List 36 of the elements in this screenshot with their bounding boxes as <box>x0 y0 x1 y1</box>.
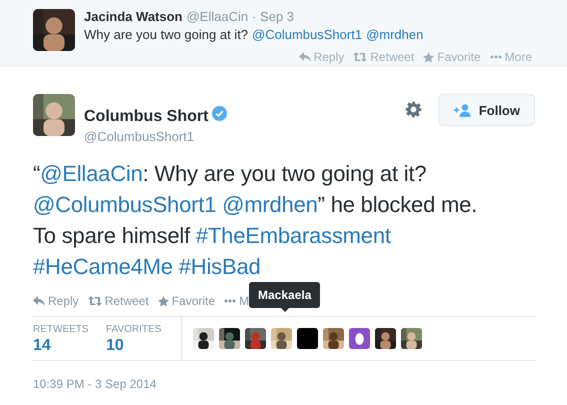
tweet-link[interactable]: #HisBad <box>178 254 261 279</box>
tweet-link[interactable]: @EllaaCin <box>40 161 143 186</box>
stat-count[interactable]: 10 <box>106 337 181 355</box>
author-handle[interactable]: @ColumbusShort1 <box>84 129 396 144</box>
add-person-icon <box>454 104 472 116</box>
retweet-icon <box>353 52 368 62</box>
retweet-icon <box>88 296 102 306</box>
tweet-text: “@EllaaCin: Why are you two going at it? @ColumbusShort1 @mrdhen” he blocked me. To spare himself #TheEmbarassment #HeCame4Me #HisBad <box>33 160 478 281</box>
tweet-link[interactable]: #HeCame4Me <box>33 254 173 279</box>
tweet-timestamp: 10:39 PM - 3 Sep 2014 <box>33 377 158 391</box>
tweet-link[interactable]: @mrdhen <box>222 192 318 217</box>
more-button[interactable]: M <box>224 294 250 308</box>
star-icon <box>158 296 169 306</box>
star-icon <box>423 52 434 62</box>
stat-label: FAVORITES <box>106 324 162 335</box>
more-icon <box>224 299 236 303</box>
author-handle[interactable]: @EllaaCin <box>186 9 248 24</box>
tweet-link[interactable]: #TheEmbarassment <box>196 223 391 248</box>
retweet-button[interactable]: Retweet <box>88 294 149 308</box>
author-name[interactable]: Columbus Short <box>84 108 208 126</box>
stat-count[interactable]: 14 <box>33 337 106 355</box>
tweet-text: Why are you two going at it? <box>84 27 248 42</box>
settings-icon[interactable] <box>404 101 422 118</box>
follow-button[interactable]: Follow <box>438 94 535 126</box>
reply-button[interactable]: Reply <box>33 294 79 308</box>
favorite-button[interactable]: Favorite <box>158 294 216 308</box>
reply-icon <box>298 52 311 62</box>
reply-icon <box>33 296 45 306</box>
tweet-time[interactable]: · Sep 3 <box>252 9 294 24</box>
mention-link[interactable]: @ColumbusShort1 <box>252 27 362 42</box>
more-icon <box>490 55 502 59</box>
default-avatar-icon[interactable] <box>349 328 370 349</box>
author-name[interactable]: Jacinda Watson <box>84 9 182 24</box>
mention-link[interactable]: @mrdhen <box>366 27 424 42</box>
tweet-link[interactable]: @ColumbusShort1 <box>33 192 216 217</box>
stat-label: RETWEETS <box>33 324 90 335</box>
